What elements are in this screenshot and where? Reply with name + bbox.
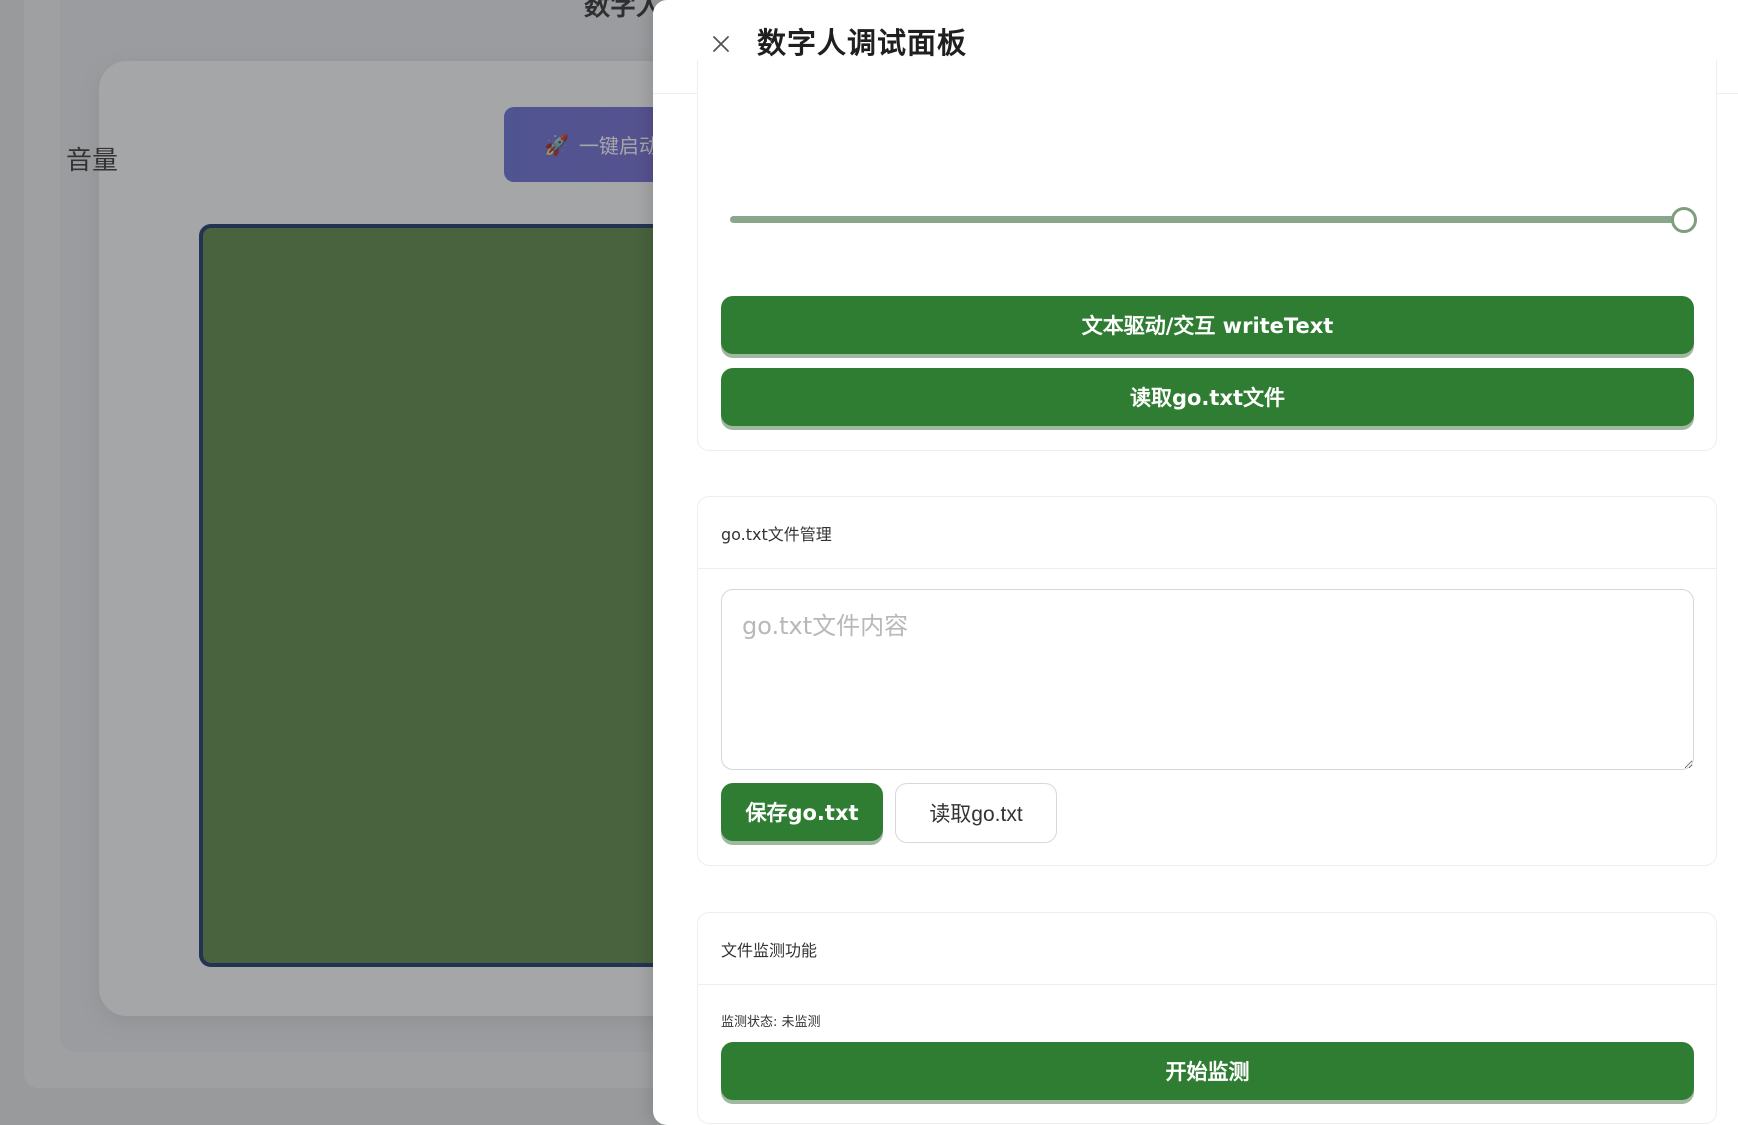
read-go-file-button[interactable]: 读取go.txt文件 bbox=[721, 368, 1694, 426]
close-button[interactable] bbox=[703, 26, 739, 62]
file-manager-header: go.txt文件管理 bbox=[698, 497, 1716, 569]
write-text-button[interactable]: 文本驱动/交互 writeText bbox=[721, 296, 1694, 354]
save-go-txt-button[interactable]: 保存go.txt bbox=[721, 783, 883, 841]
volume-label: 音量 bbox=[66, 146, 119, 176]
go-txt-content-textarea[interactable] bbox=[721, 589, 1694, 770]
read-go-txt-button[interactable]: 读取go.txt bbox=[895, 783, 1057, 843]
monitor-status-text: 监测状态: 未监测 bbox=[721, 1015, 821, 1030]
debug-drawer: 数字人调试面板 go.txt文件管理 文件监测功能 bbox=[653, 0, 1738, 1125]
volume-slider-track[interactable] bbox=[730, 216, 1684, 223]
start-monitor-button[interactable]: 开始监测 bbox=[721, 1042, 1694, 1100]
drawer-title: 数字人调试面板 bbox=[757, 26, 968, 60]
monitor-header: 文件监测功能 bbox=[698, 913, 1716, 985]
close-icon bbox=[713, 36, 729, 52]
volume-slider-thumb[interactable] bbox=[1671, 207, 1697, 233]
